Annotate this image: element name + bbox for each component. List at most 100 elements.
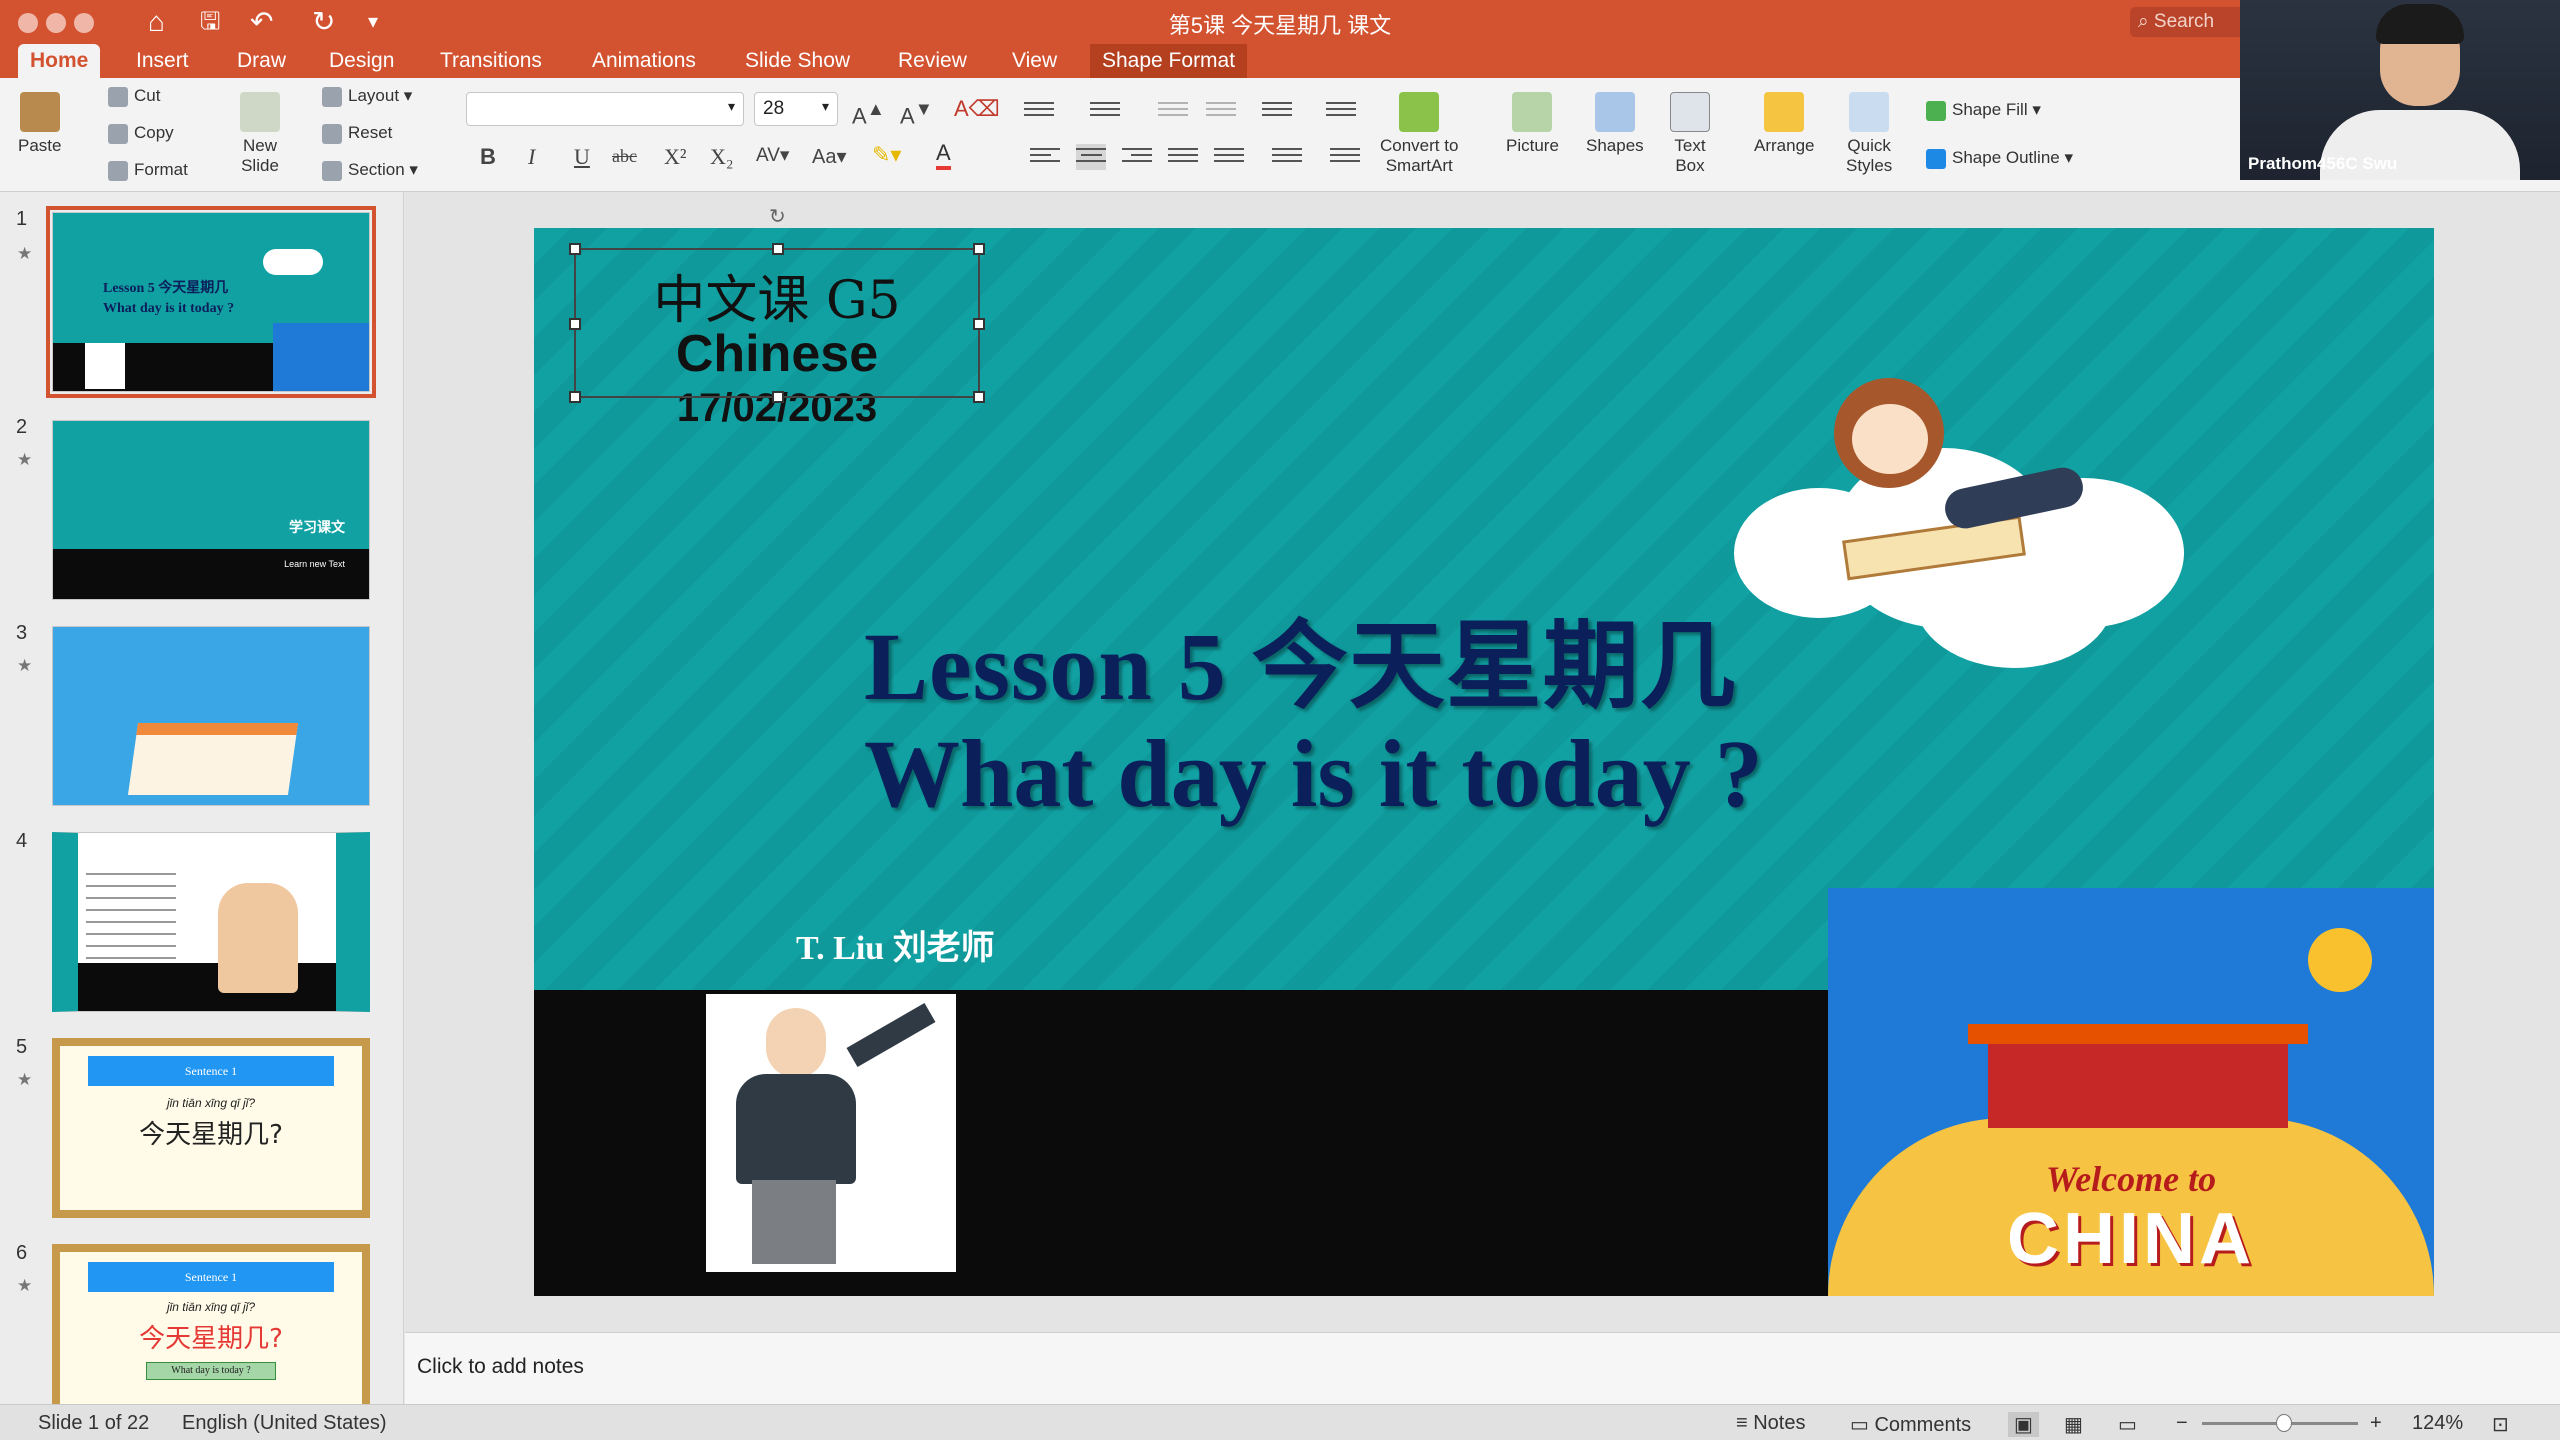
- normal-view-button[interactable]: ▣: [2008, 1412, 2039, 1437]
- font-name-select[interactable]: ▾: [466, 92, 744, 126]
- zoom-in-button[interactable]: +: [2370, 1412, 2382, 1435]
- arrange-button[interactable]: Arrange: [1754, 92, 1814, 156]
- slide-thumbnail-1[interactable]: Lesson 5 今天星期几 What day is it today ?: [46, 206, 376, 398]
- align-text-icon[interactable]: [1330, 144, 1360, 170]
- quick-styles-button[interactable]: Quick Styles: [1846, 92, 1892, 176]
- clear-formatting-icon[interactable]: A⌫: [954, 96, 1000, 122]
- paste-button[interactable]: Paste: [18, 92, 61, 156]
- reset-button[interactable]: Reset: [322, 123, 392, 144]
- zoom-out-button[interactable]: −: [2176, 1412, 2188, 1435]
- resize-handle[interactable]: [772, 391, 784, 403]
- resize-handle[interactable]: [973, 318, 985, 330]
- picture-button[interactable]: Picture: [1506, 92, 1559, 156]
- strikethrough-icon[interactable]: abc: [612, 146, 637, 167]
- underline-icon[interactable]: U: [574, 144, 590, 170]
- convert-to-smartart-button[interactable]: Convert to SmartArt: [1380, 92, 1458, 176]
- align-right-icon[interactable]: [1122, 144, 1152, 170]
- section-button[interactable]: Section ▾: [322, 160, 418, 181]
- search-input[interactable]: ⌕ Search: [2130, 7, 2250, 37]
- text-columns-icon[interactable]: [1214, 144, 1244, 170]
- align-center-icon[interactable]: [1076, 144, 1106, 170]
- bullets-icon[interactable]: [1024, 98, 1054, 124]
- selected-textbox[interactable]: [569, 243, 985, 403]
- text-box-button[interactable]: Text Box: [1670, 92, 1710, 176]
- scissors-icon: [108, 86, 128, 107]
- font-size-select[interactable]: 28 ▾: [754, 92, 838, 126]
- justify-icon[interactable]: [1168, 144, 1198, 170]
- resize-handle[interactable]: [772, 243, 784, 255]
- copy-button[interactable]: Copy: [108, 123, 174, 144]
- slide-thumbnail-4[interactable]: [52, 832, 370, 1012]
- slide-thumbnail-panel[interactable]: 1 ★ Lesson 5 今天星期几 What day is it today ?…: [0, 192, 404, 1404]
- increase-indent-icon[interactable]: [1206, 98, 1236, 124]
- teacher-head-shape: [766, 1008, 826, 1078]
- resize-handle[interactable]: [973, 391, 985, 403]
- change-case-icon[interactable]: Aa▾: [812, 144, 847, 169]
- font-color-icon[interactable]: A: [936, 140, 951, 170]
- increase-font-icon[interactable]: A▲: [852, 98, 885, 129]
- character-spacing-icon[interactable]: AV▾: [756, 144, 789, 167]
- section-label: Section: [348, 160, 405, 179]
- slide-sorter-button[interactable]: ▦: [2064, 1412, 2083, 1437]
- tab-shape-format[interactable]: Shape Format: [1090, 44, 1248, 78]
- zoom-level[interactable]: 124%: [2412, 1412, 2463, 1435]
- shapes-button[interactable]: Shapes: [1586, 92, 1644, 156]
- fit-to-window-button[interactable]: ⊡: [2492, 1412, 2509, 1437]
- tab-animations[interactable]: Animations: [580, 44, 708, 78]
- slide-thumbnail-5[interactable]: Sentence 1 jīn tiān xīng qī jǐ? 今天星期几?: [52, 1038, 370, 1218]
- welcome-to-china-image[interactable]: Welcome to CHINA: [1828, 888, 2434, 1296]
- align-left-icon[interactable]: [1030, 144, 1060, 170]
- resize-handle[interactable]: [569, 318, 581, 330]
- notes-pane[interactable]: Click to add notes: [405, 1332, 2560, 1404]
- tab-draw[interactable]: Draw: [225, 44, 298, 78]
- shape-outline-button[interactable]: Shape Outline ▾: [1926, 148, 2073, 169]
- bold-icon[interactable]: B: [480, 144, 496, 170]
- numbering-icon[interactable]: [1090, 98, 1120, 124]
- slide-thumbnail-6[interactable]: Sentence 1 jīn tiān xīng qī jǐ? 今天星期几? W…: [52, 1244, 370, 1404]
- thumb-calendar-image: [127, 723, 299, 795]
- columns-icon[interactable]: [1326, 98, 1356, 124]
- superscript-icon[interactable]: X²: [664, 144, 686, 170]
- tab-slide-show[interactable]: Slide Show: [733, 44, 862, 78]
- slide-thumbnail-2[interactable]: 学习课文 Learn new Text: [52, 420, 370, 600]
- thumb-number: 1: [16, 208, 28, 230]
- slide-title[interactable]: Lesson 5 今天星期几: [864, 588, 1737, 727]
- resize-handle[interactable]: [973, 243, 985, 255]
- zoom-slider-thumb[interactable]: [2276, 1414, 2292, 1432]
- highlight-icon[interactable]: ✎▾: [872, 142, 901, 168]
- teacher-cartoon-image[interactable]: [706, 994, 956, 1272]
- subscript-icon[interactable]: X₂: [710, 144, 734, 170]
- resize-handle[interactable]: [569, 243, 581, 255]
- shapes-icon: [1594, 92, 1635, 132]
- decrease-font-icon[interactable]: A▼: [900, 98, 933, 129]
- tab-insert[interactable]: Insert: [124, 44, 201, 78]
- tab-review[interactable]: Review: [886, 44, 979, 78]
- tab-design[interactable]: Design: [317, 44, 406, 78]
- tab-view[interactable]: View: [1000, 44, 1069, 78]
- tab-transitions[interactable]: Transitions: [428, 44, 554, 78]
- new-slide-button[interactable]: New Slide: [240, 92, 280, 176]
- layout-button[interactable]: Layout ▾: [322, 86, 412, 107]
- notes-toggle-button[interactable]: ≡ Notes: [1736, 1412, 1805, 1435]
- text-direction-icon[interactable]: [1272, 144, 1302, 170]
- slide-subtitle[interactable]: What day is it today ?: [864, 718, 1763, 829]
- welcome-text: Welcome to: [2045, 1159, 2217, 1199]
- slide-thumbnail-3[interactable]: [52, 626, 370, 806]
- thumb-teacher-image: [85, 343, 125, 389]
- resize-handle[interactable]: [569, 391, 581, 403]
- cut-button[interactable]: Cut: [108, 86, 160, 107]
- decrease-indent-icon[interactable]: [1158, 98, 1188, 124]
- format-painter-button[interactable]: Format: [108, 160, 188, 181]
- shape-fill-button[interactable]: Shape Fill ▾: [1926, 100, 2041, 121]
- presenter-view-button[interactable]: ▭: [2118, 1412, 2137, 1437]
- language-indicator[interactable]: English (United States): [182, 1412, 387, 1435]
- slide-canvas[interactable]: 中文课 G5 Chinese 17/02/2023 Lesson 5 今天星期几…: [534, 228, 2434, 1296]
- teacher-name[interactable]: T. Liu 刘老师: [796, 920, 995, 969]
- italic-icon[interactable]: I: [528, 144, 535, 170]
- thumb-black-band: [78, 963, 336, 1011]
- rotate-handle-icon[interactable]: ↻: [769, 204, 786, 229]
- comments-button[interactable]: ▭ Comments: [1850, 1412, 1971, 1437]
- line-spacing-icon[interactable]: [1262, 98, 1292, 124]
- tab-home[interactable]: Home: [18, 44, 101, 78]
- thumb-title: 学习课文: [289, 519, 345, 535]
